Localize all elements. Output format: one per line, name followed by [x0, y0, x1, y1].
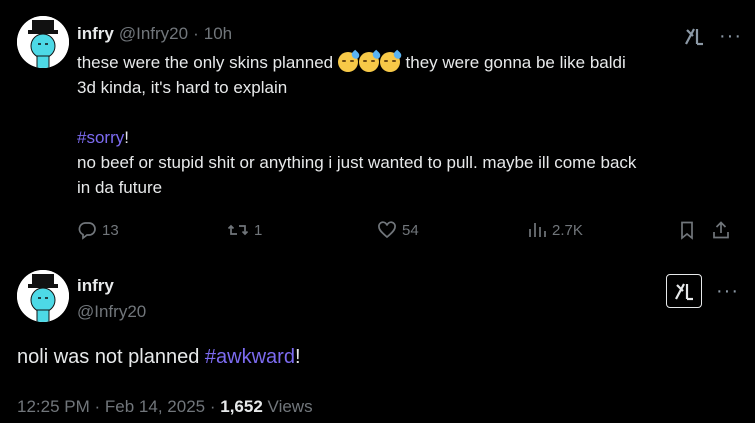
meta-separator: · [94, 397, 101, 416]
grok-icon[interactable] [666, 274, 702, 308]
header-separator: · [193, 24, 199, 43]
author-name[interactable]: infry [77, 24, 114, 44]
more-icon[interactable]: ··· [716, 281, 739, 301]
meta-separator: · [209, 397, 216, 416]
views-label: Views [267, 397, 313, 416]
views-button[interactable]: 2.7K [527, 220, 583, 240]
author-handle[interactable]: @Infry20 [77, 302, 146, 322]
tweet-age[interactable]: 10h [204, 24, 232, 44]
tweet-line: no beef or stupid shit or anything i jus… [77, 153, 637, 172]
repost-button[interactable]: 1 [227, 220, 262, 240]
tweet-divider [0, 256, 755, 257]
bookmark-icon [681, 221, 693, 240]
tweet-text: these were the only skins planned they w… [77, 49, 717, 200]
tweet-text-segment: these were the only skins planned [77, 53, 338, 72]
reply-button[interactable]: 13 [77, 220, 119, 240]
tweet-text-segment: ! [294, 346, 301, 368]
tweet-text-segment: they were gonna be like baldi [400, 53, 626, 72]
tweet-metadata: 12:25 PM · Feb 14, 2025 · 1,652 Views [17, 397, 313, 417]
like-count: 54 [402, 221, 419, 239]
downcast-face-with-sweat-icon [358, 49, 382, 72]
tweet-text-segment: ! [124, 128, 129, 147]
hashtag-link[interactable]: #sorry [77, 128, 124, 147]
tweet-top-actions: ··· [666, 274, 739, 308]
avatar-image [17, 16, 69, 68]
avatar[interactable] [17, 16, 69, 68]
tweet-text-segment: noli was not planned [17, 346, 205, 368]
tweet-line: 3d kinda, it's hard to explain [77, 78, 288, 97]
avatar[interactable] [17, 270, 69, 322]
like-button[interactable]: 54 [377, 220, 419, 240]
downcast-face-with-sweat-icon [379, 49, 403, 72]
reply-count: 13 [102, 221, 119, 239]
reply-icon [78, 222, 96, 240]
repost-icon [227, 224, 249, 236]
tweet-line: in da future [77, 178, 163, 197]
author-handle[interactable]: @Infry20 [119, 24, 188, 44]
tweet-line: these were the only skins planned they w… [77, 49, 717, 75]
tweet-top-actions: ··· [683, 26, 742, 46]
tweet-text: noli was not planned #awkward! [17, 346, 301, 369]
tweet-header: infry @Infry20 · 10h [77, 24, 232, 44]
tweet-action-bar: 13 1 54 2.7K [77, 220, 737, 244]
share-icon [713, 221, 729, 239]
tweet-line: #sorry! [77, 125, 717, 150]
views-icon [529, 223, 546, 237]
share-button[interactable] [711, 220, 731, 240]
views-count: 1,652 [220, 397, 263, 416]
tweet-time[interactable]: 12:25 PM [17, 397, 90, 416]
view-count: 2.7K [552, 221, 583, 239]
more-icon[interactable]: ··· [719, 26, 742, 46]
like-icon [378, 221, 396, 239]
avatar-image [17, 270, 69, 322]
grok-icon[interactable] [683, 26, 705, 46]
downcast-face-with-sweat-icon [337, 49, 361, 72]
hashtag-link[interactable]: #awkward [205, 346, 295, 368]
repost-count: 1 [254, 221, 263, 239]
author-name[interactable]: infry [77, 276, 114, 296]
bookmark-button[interactable] [677, 220, 697, 240]
tweet-date[interactable]: Feb 14, 2025 [105, 397, 205, 416]
